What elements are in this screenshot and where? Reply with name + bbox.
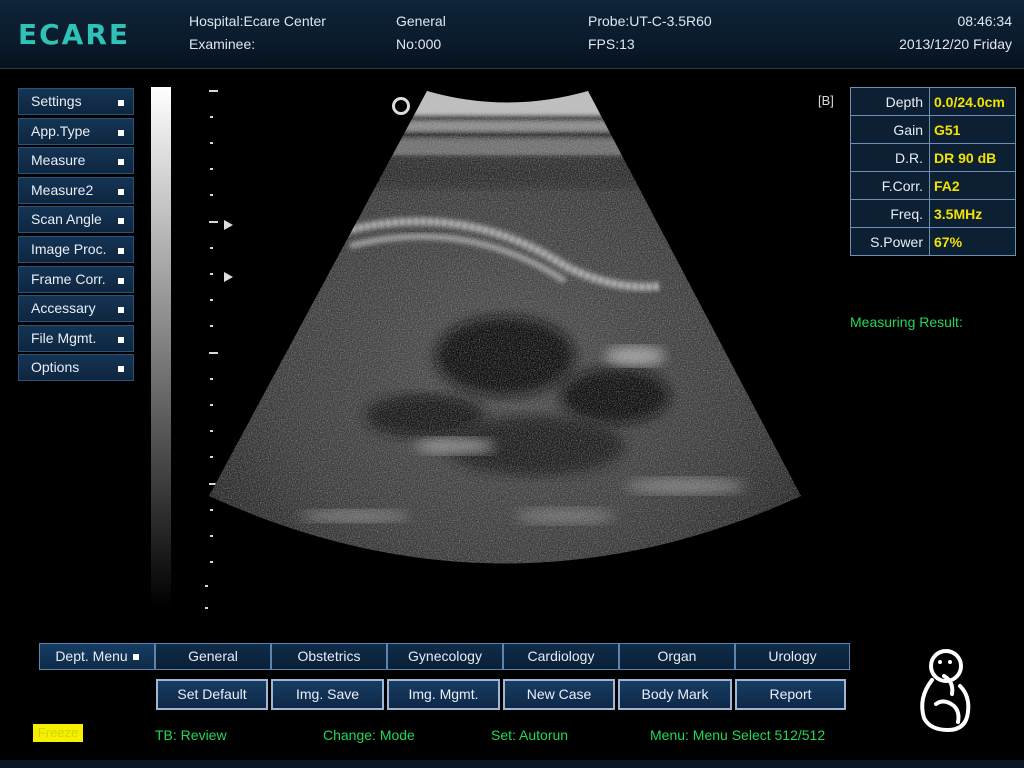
fps-label: FPS:13 (588, 36, 635, 52)
bottom-strip (0, 760, 1024, 768)
submenu-square-icon (118, 159, 124, 166)
param-row-spower[interactable]: S.Power 67% (850, 227, 1016, 256)
new-case-button[interactable]: New Case (503, 679, 615, 710)
freeze-indicator: Freeze (33, 724, 83, 742)
menu-accessary[interactable]: Accessary (18, 295, 134, 323)
menu-item-label: Measure (31, 152, 86, 169)
menu-item-label: Frame Corr. (31, 270, 106, 287)
param-value: 0.0/24.0cm (929, 87, 1016, 116)
menu-item-label: Scan Angle (31, 211, 102, 228)
body-mark-button[interactable]: Body Mark (618, 679, 732, 710)
submenu-square-icon (118, 100, 124, 106)
menu-item-label: Settings (31, 93, 82, 109)
clock-date: 2013/12/20 Friday (899, 36, 1012, 52)
depth-tick (205, 607, 208, 609)
image-mode-tag: [B] (818, 93, 834, 108)
param-label: F.Corr. (850, 171, 930, 200)
param-row-depth[interactable]: Depth 0.0/24.0cm (850, 87, 1016, 116)
submenu-square-icon (118, 336, 124, 343)
menu-measure2[interactable]: Measure2 (18, 176, 134, 204)
status-change-mode: Change: Mode (323, 727, 415, 743)
submenu-square-icon (118, 218, 124, 225)
parameter-table: Depth 0.0/24.0cm Gain G51 D.R. DR 90 dB F.C… (850, 87, 1016, 256)
menu-image-proc[interactable]: Image Proc. (18, 235, 134, 263)
dept-tab-cardiology[interactable]: Cardiology (503, 643, 619, 670)
menu-scan-angle[interactable]: Scan Angle (18, 206, 134, 234)
img-save-button[interactable]: Img. Save (271, 679, 384, 710)
status-tb-review: TB: Review (155, 727, 227, 743)
exam-number-label: No:000 (396, 36, 442, 52)
menu-app-type[interactable]: App.Type (18, 117, 134, 145)
menu-item-label: Measure2 (31, 181, 94, 198)
param-row-dr[interactable]: D.R. DR 90 dB (850, 143, 1016, 172)
submenu-square-icon (118, 307, 124, 314)
submenu-square-icon (118, 129, 124, 136)
fetus-body-mark-icon (920, 649, 971, 732)
probe-label: Probe:UT-C-3.5R60 (588, 13, 712, 29)
dept-tab-gynecology[interactable]: Gynecology (387, 643, 503, 670)
menu-item-label: Accessary (31, 300, 96, 317)
submenu-square-icon (118, 277, 124, 284)
param-value: FA2 (929, 171, 1016, 200)
grayscale-bar (151, 87, 171, 607)
menu-measure[interactable]: Measure (18, 147, 134, 175)
submenu-square-icon (132, 654, 139, 661)
left-menu: Settings App.Type Measure Measure2 Scan … (18, 88, 134, 384)
measuring-result-label: Measuring Result: (850, 314, 963, 330)
clock-time: 08:46:34 (957, 13, 1013, 29)
dept-menu-label: Dept. Menu (55, 648, 128, 664)
header-bar: ECARE Hospital:Ecare Center Examinee: Ge… (0, 0, 1024, 69)
img-mgmt-button[interactable]: Img. Mgmt. (387, 679, 500, 710)
dept-tab-organ[interactable]: Organ (619, 643, 735, 670)
menu-item-label: File Mgmt. (31, 329, 97, 346)
param-value: 3.5MHz (929, 199, 1016, 228)
param-row-gain[interactable]: Gain G51 (850, 115, 1016, 144)
status-menu-select: Menu: Menu Select 512/512 (650, 727, 826, 743)
submenu-square-icon (118, 188, 124, 195)
status-set-autorun: Set: Autorun (491, 727, 569, 743)
param-value: G51 (929, 115, 1016, 144)
param-label: Depth (850, 87, 930, 116)
param-label: D.R. (850, 143, 930, 172)
dept-menu-button[interactable]: Dept. Menu (39, 643, 155, 670)
param-row-freq[interactable]: Freq. 3.5MHz (850, 199, 1016, 228)
param-value: 67% (929, 227, 1016, 256)
param-label: Gain (850, 115, 930, 144)
brand-logo: ECARE (18, 18, 131, 51)
dept-tab-obstetrics[interactable]: Obstetrics (271, 643, 387, 670)
submenu-square-icon (118, 366, 124, 373)
menu-item-label: Image Proc. (31, 240, 107, 257)
report-button[interactable]: Report (735, 679, 846, 710)
param-row-fcorr[interactable]: F.Corr. FA2 (850, 171, 1016, 200)
menu-frame-corr[interactable]: Frame Corr. (18, 265, 134, 293)
dept-tab-urology[interactable]: Urology (735, 643, 850, 670)
set-default-button[interactable]: Set Default (156, 679, 268, 710)
menu-settings[interactable]: Settings (18, 88, 134, 115)
ultrasound-image[interactable] (205, 86, 805, 591)
menu-file-mgmt[interactable]: File Mgmt. (18, 324, 134, 352)
param-label: S.Power (850, 227, 930, 256)
orientation-marker-icon (392, 97, 410, 115)
menu-item-label: Options (31, 359, 80, 376)
param-label: Freq. (850, 199, 930, 228)
examinee-label: Examinee: (189, 36, 256, 52)
exam-mode-label: General (396, 13, 446, 29)
dept-tab-general[interactable]: General (155, 643, 271, 670)
hospital-label: Hospital:Ecare Center (189, 13, 326, 29)
submenu-square-icon (118, 247, 124, 254)
menu-options[interactable]: Options (18, 354, 134, 382)
menu-item-label: App.Type (31, 122, 91, 139)
param-value: DR 90 dB (929, 143, 1016, 172)
